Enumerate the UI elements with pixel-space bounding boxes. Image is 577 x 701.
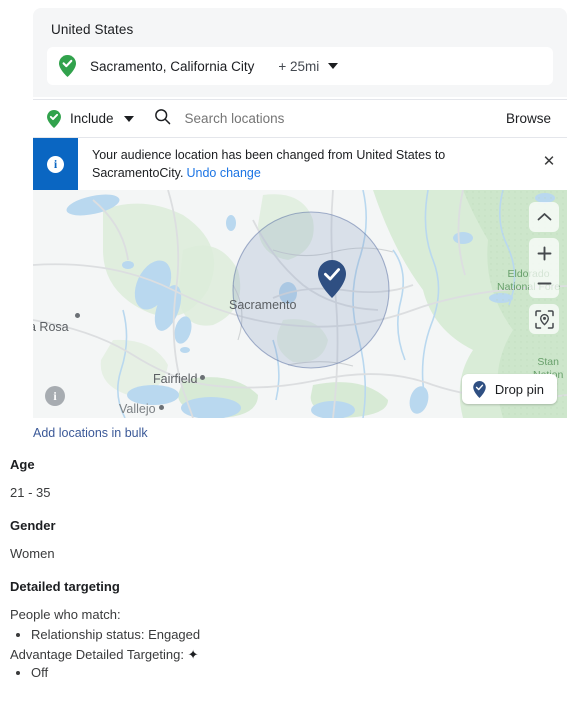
advantage-list: Off: [10, 663, 200, 683]
minus-icon: [537, 276, 552, 291]
location-card-title: United States: [51, 22, 134, 37]
add-locations-in-bulk-link[interactable]: Add locations in bulk: [33, 426, 148, 440]
map-dot-fairfield: [200, 375, 205, 380]
map-pin-check-icon[interactable]: [318, 260, 346, 298]
list-item: Off: [31, 663, 200, 683]
radius-value: + 25mi: [278, 58, 320, 74]
banner-message-text: Your audience location has been changed …: [92, 148, 446, 180]
map-dot-santa-rosa: [75, 313, 80, 318]
banner-message: Your audience location has been changed …: [78, 138, 531, 190]
browse-button[interactable]: Browse: [506, 111, 551, 126]
gender-section-title: Gender: [10, 518, 56, 533]
drop-pin-button[interactable]: Drop pin: [461, 374, 557, 404]
map-zoom-out-button[interactable]: [529, 268, 559, 298]
map-zoom-in-button[interactable]: [529, 238, 559, 268]
people-who-match-label: People who match:: [10, 607, 121, 622]
gender-value: Women: [10, 546, 55, 561]
chevron-down-icon: [123, 115, 134, 122]
drop-pin-label: Drop pin: [494, 381, 544, 397]
include-exclude-dropdown[interactable]: Include: [47, 109, 134, 128]
locate-target-icon: [534, 309, 554, 329]
green-check-pin-icon: [59, 55, 76, 77]
chevron-up-icon: [537, 212, 552, 222]
location-card: United States Sacramento, California Cit…: [33, 8, 567, 97]
gender-section: Gender Women: [10, 518, 56, 564]
close-icon[interactable]: ✕: [531, 138, 567, 190]
age-value: 21 - 35: [10, 485, 51, 500]
map-info-icon[interactable]: i: [45, 386, 65, 406]
pin-icon: [473, 380, 486, 398]
age-section-title: Age: [10, 457, 35, 472]
age-section: Age 21 - 35: [10, 457, 50, 503]
list-item: Relationship status: Engaged: [31, 625, 200, 645]
match-list: Relationship status: Engaged: [10, 625, 200, 645]
detailed-targeting-section: Detailed targeting People who match: Rel…: [10, 579, 200, 683]
map-dot-vallejo: [159, 405, 164, 410]
radius-dropdown[interactable]: + 25mi: [278, 58, 339, 74]
search-icon: [154, 108, 171, 130]
map-locate-button[interactable]: [529, 304, 559, 334]
location-search-row: Include Browse: [33, 99, 567, 138]
chevron-down-icon: [328, 63, 339, 69]
include-label: Include: [70, 111, 114, 126]
plus-icon: [537, 246, 552, 261]
detailed-targeting-title: Detailed targeting: [10, 579, 120, 594]
banner-icon-column: i: [33, 138, 78, 190]
sparkle-icon: ✦: [187, 646, 199, 662]
location-map[interactable]: a Rosa Sacramento Fairfield Vallejo Eldo…: [33, 190, 567, 418]
undo-change-link[interactable]: Undo change: [186, 166, 260, 180]
map-controls: [529, 202, 559, 334]
advantage-detailed-targeting-line: Advantage Detailed Targeting: ✦: [10, 647, 200, 663]
search-field-wrapper[interactable]: [154, 108, 506, 130]
green-check-pin-icon: [47, 109, 61, 128]
advantage-detailed-targeting-label: Advantage Detailed Targeting:: [10, 646, 184, 662]
map-collapse-button[interactable]: [529, 202, 559, 232]
info-icon: i: [47, 155, 64, 173]
selected-location-label: Sacramento, California City: [90, 58, 255, 74]
search-input[interactable]: [182, 110, 427, 127]
map-zoom-group: [529, 238, 559, 298]
location-change-banner: i Your audience location has been change…: [33, 138, 567, 190]
selected-location-chip[interactable]: Sacramento, California City + 25mi: [47, 47, 553, 85]
